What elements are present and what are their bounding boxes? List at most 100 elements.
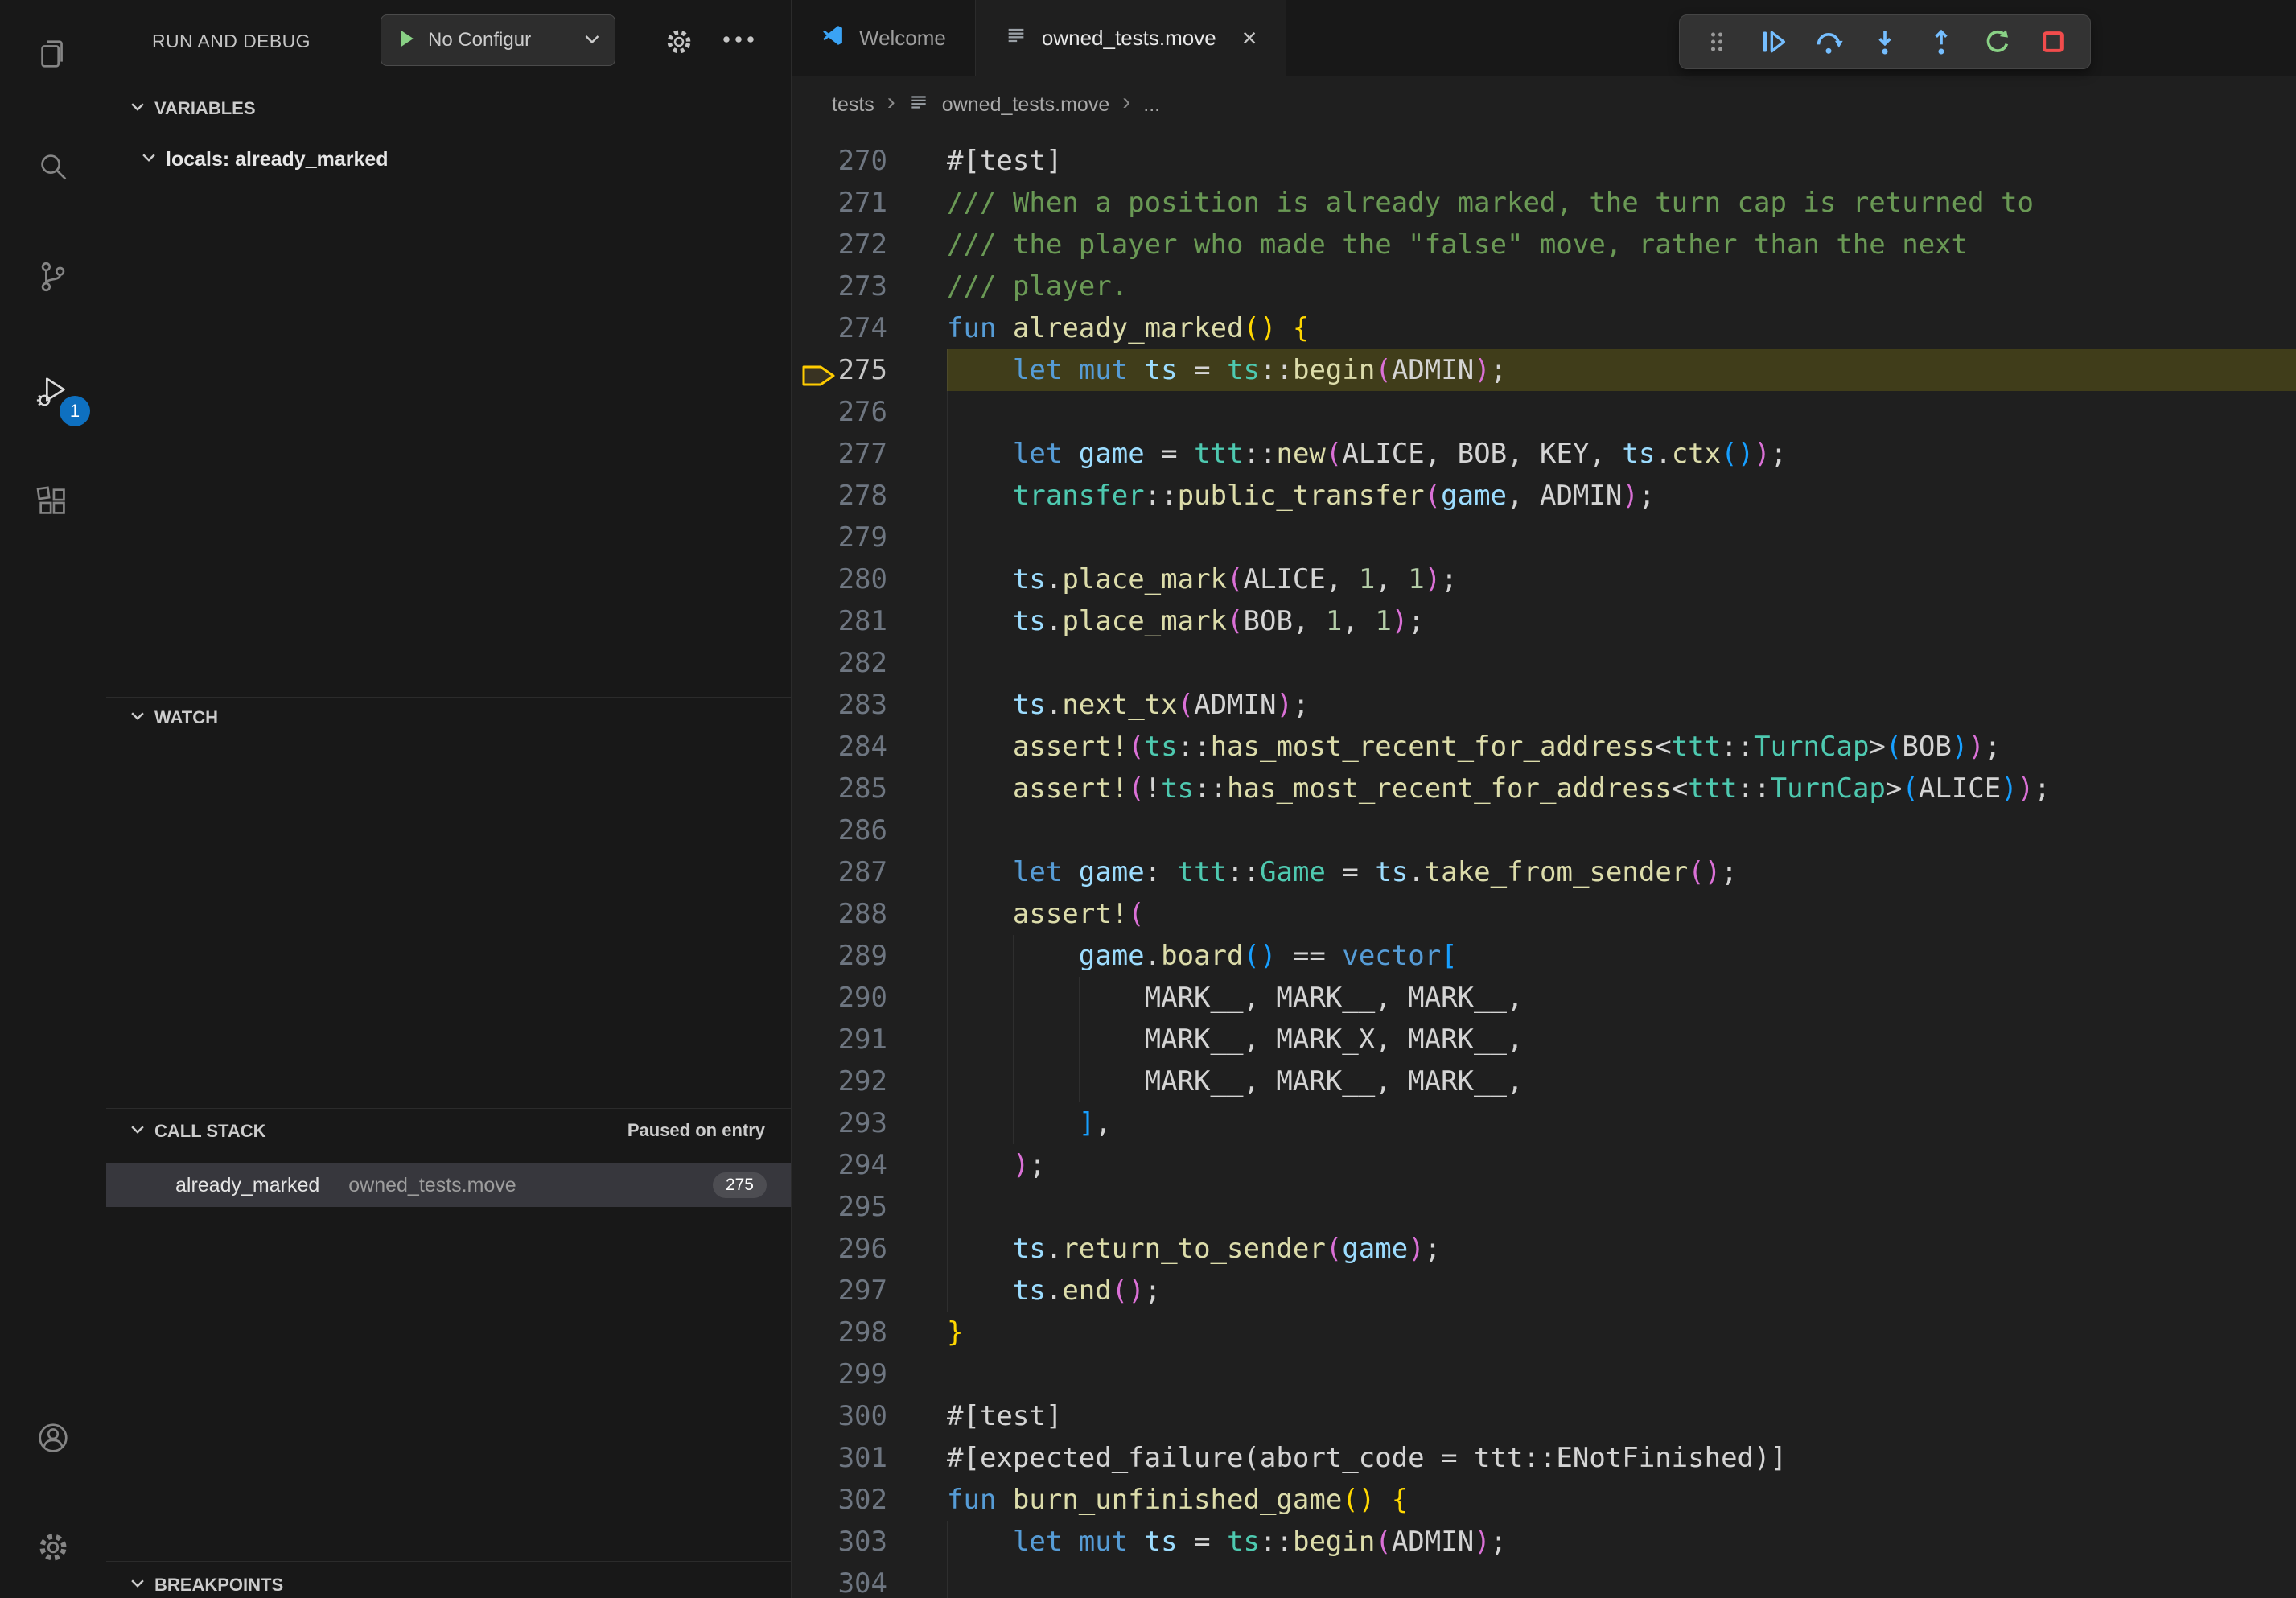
code-line[interactable]: 295	[792, 1186, 2296, 1228]
code-text[interactable]	[947, 391, 2296, 433]
code-line[interactable]: 275 let mut ts = ts::begin(ADMIN);	[792, 349, 2296, 391]
breadcrumb-more[interactable]: ...	[1143, 93, 1160, 117]
code-line[interactable]: 276	[792, 391, 2296, 433]
line-number[interactable]: 291	[838, 1023, 887, 1056]
gutter[interactable]: 294	[792, 1144, 947, 1186]
line-number[interactable]: 295	[838, 1191, 887, 1223]
sidebar-item-explorer[interactable]	[0, 17, 106, 94]
code-text[interactable]: ],	[947, 1102, 2296, 1144]
code-text[interactable]	[947, 1563, 2296, 1598]
line-number[interactable]: 272	[838, 229, 887, 261]
line-number[interactable]: 297	[838, 1275, 887, 1307]
code-line[interactable]: 290 MARK__, MARK__, MARK__,	[792, 977, 2296, 1019]
code-text[interactable]: fun already_marked() {	[947, 307, 2296, 349]
code-text[interactable]: );	[947, 1144, 2296, 1186]
settings-button[interactable]	[0, 1510, 106, 1588]
step-into-button[interactable]	[1864, 21, 1906, 63]
code-line[interactable]: 303 let mut ts = ts::begin(ADMIN);	[792, 1521, 2296, 1563]
code-line[interactable]: 297 ts.end();	[792, 1270, 2296, 1312]
code-text[interactable]: assert!(ts::has_most_recent_for_address<…	[947, 726, 2296, 768]
code-text[interactable]: MARK__, MARK__, MARK__,	[947, 977, 2296, 1019]
code-line[interactable]: 298}	[792, 1312, 2296, 1353]
gutter[interactable]: 304	[792, 1563, 947, 1598]
code-line[interactable]: 286	[792, 809, 2296, 851]
line-number[interactable]: 275	[838, 354, 887, 386]
code-line[interactable]: 296 ts.return_to_sender(game);	[792, 1228, 2296, 1270]
gutter[interactable]: 271	[792, 182, 947, 224]
code-text[interactable]	[947, 1353, 2296, 1395]
gutter[interactable]: 302	[792, 1479, 947, 1521]
code-text[interactable]: let mut ts = ts::begin(ADMIN);	[947, 1521, 2296, 1563]
code-text[interactable]: MARK__, MARK__, MARK__,	[947, 1061, 2296, 1102]
sidebar-item-extensions[interactable]	[0, 465, 106, 542]
line-number[interactable]: 290	[838, 982, 887, 1014]
code-text[interactable]: let mut ts = ts::begin(ADMIN);	[947, 349, 2296, 391]
line-number[interactable]: 292	[838, 1065, 887, 1098]
line-number[interactable]: 298	[838, 1316, 887, 1349]
code-text[interactable]	[947, 517, 2296, 558]
code-text[interactable]: ts.place_mark(BOB, 1, 1);	[947, 600, 2296, 642]
line-number[interactable]: 281	[838, 605, 887, 637]
line-number[interactable]: 285	[838, 772, 887, 805]
code-text[interactable]: let game: ttt::Game = ts.take_from_sende…	[947, 851, 2296, 893]
code-text[interactable]: fun burn_unfinished_game() {	[947, 1479, 2296, 1521]
line-number[interactable]: 286	[838, 814, 887, 846]
code-line[interactable]: 280 ts.place_mark(ALICE, 1, 1);	[792, 558, 2296, 600]
line-number[interactable]: 273	[838, 270, 887, 303]
line-number[interactable]: 283	[838, 689, 887, 721]
gutter[interactable]: 301	[792, 1437, 947, 1479]
call-stack-frame[interactable]: already_marked owned_tests.move 275	[106, 1163, 791, 1207]
line-number[interactable]: 278	[838, 480, 887, 512]
gutter[interactable]: 303	[792, 1521, 947, 1563]
debug-settings-gear-icon[interactable]	[663, 26, 695, 62]
gutter[interactable]: 287	[792, 851, 947, 893]
code-text[interactable]: transfer::public_transfer(game, ADMIN);	[947, 475, 2296, 517]
code-text[interactable]: let game = ttt::new(ALICE, BOB, KEY, ts.…	[947, 433, 2296, 475]
gutter[interactable]: 270	[792, 140, 947, 182]
code-text[interactable]: /// When a position is already marked, t…	[947, 182, 2296, 224]
line-number[interactable]: 270	[838, 145, 887, 177]
gutter[interactable]: 289	[792, 935, 947, 977]
start-debug-icon[interactable]	[394, 27, 418, 55]
gutter[interactable]: 291	[792, 1019, 947, 1061]
gutter[interactable]: 297	[792, 1270, 947, 1312]
line-number[interactable]: 289	[838, 940, 887, 972]
code-line[interactable]: 279	[792, 517, 2296, 558]
gutter[interactable]: 281	[792, 600, 947, 642]
gutter[interactable]: 299	[792, 1353, 947, 1395]
line-number[interactable]: 300	[838, 1400, 887, 1432]
account-button[interactable]	[0, 1401, 106, 1478]
gutter[interactable]: 274	[792, 307, 947, 349]
line-number[interactable]: 279	[838, 521, 887, 554]
line-number[interactable]: 280	[838, 563, 887, 595]
close-icon[interactable]: ×	[1242, 25, 1257, 51]
line-number[interactable]: 303	[838, 1526, 887, 1558]
gutter[interactable]: 288	[792, 893, 947, 935]
code-text[interactable]: assert!(!ts::has_most_recent_for_address…	[947, 768, 2296, 809]
code-text[interactable]: #[test]	[947, 1395, 2296, 1437]
gutter[interactable]: 280	[792, 558, 947, 600]
code-line[interactable]: 284 assert!(ts::has_most_recent_for_addr…	[792, 726, 2296, 768]
section-breakpoints[interactable]: BREAKPOINTS	[129, 1567, 283, 1598]
step-over-button[interactable]	[1808, 21, 1850, 63]
code-line[interactable]: 292 MARK__, MARK__, MARK__,	[792, 1061, 2296, 1102]
step-out-button[interactable]	[1920, 21, 1962, 63]
variables-scope-locals[interactable]: locals: already_marked	[140, 142, 389, 177]
line-number[interactable]: 287	[838, 856, 887, 888]
code-text[interactable]: /// the player who made the "false" move…	[947, 224, 2296, 266]
debug-configuration-dropdown[interactable]: No Configur	[381, 14, 615, 66]
code-text[interactable]: ts.place_mark(ALICE, 1, 1);	[947, 558, 2296, 600]
line-number[interactable]: 276	[838, 396, 887, 428]
gutter[interactable]: 285	[792, 768, 947, 809]
restart-button[interactable]	[1976, 21, 2018, 63]
stop-button[interactable]	[2032, 21, 2074, 63]
code-text[interactable]: #[test]	[947, 140, 2296, 182]
line-number[interactable]: 301	[838, 1442, 887, 1474]
line-number[interactable]: 296	[838, 1233, 887, 1265]
breadcrumb-file[interactable]: owned_tests.move	[942, 93, 1109, 117]
continue-button[interactable]	[1752, 21, 1794, 63]
gutter[interactable]: 295	[792, 1186, 947, 1228]
sidebar-item-source-control[interactable]	[0, 240, 106, 317]
line-number[interactable]: 294	[838, 1149, 887, 1181]
gutter[interactable]: 275	[792, 349, 947, 391]
